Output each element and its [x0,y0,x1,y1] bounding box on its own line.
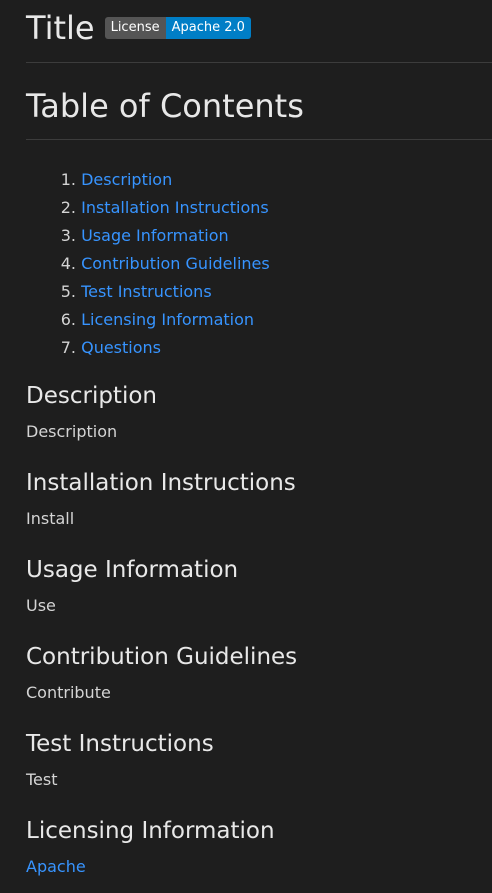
section-licensing: Licensing Information Apache [26,815,492,879]
toc-item-number: 7. [60,338,76,357]
section-heading: Contribution Guidelines [26,644,298,670]
toc-heading-row: Table of Contents [26,63,492,140]
toc-item: 3. Usage Information [61,222,492,250]
toc-link-description[interactable]: Description [81,170,172,189]
page-title: Title [26,9,95,47]
toc-item-number: 4. [60,254,76,273]
toc-item-number: 1. [60,170,76,189]
toc-item: 5. Test Instructions [61,278,492,306]
section-heading: Licensing Information [26,818,275,844]
toc-link-installation[interactable]: Installation Instructions [81,198,269,217]
section-body: Install [26,509,75,528]
section-body: Test [26,770,58,789]
license-link[interactable]: Apache [26,857,86,876]
section-contribution: Contribution Guidelines Contribute [26,641,492,705]
section-description: Description Description [26,380,492,444]
preview-content: Title License Apache 2.0 Table of Conten… [26,0,492,879]
license-badge: License Apache 2.0 [104,17,251,39]
toc-link-tests[interactable]: Test Instructions [81,282,212,301]
markdown-preview: Title License Apache 2.0 Table of Conten… [0,0,492,893]
section-heading: Test Instructions [26,731,214,757]
section-body: Description [26,422,118,441]
toc-link-questions[interactable]: Questions [81,338,161,357]
section-body: Use [26,596,56,615]
title-row: Title License Apache 2.0 [26,0,492,63]
section-installation: Installation Instructions Install [26,467,492,531]
toc-link-licensing[interactable]: Licensing Information [81,310,254,329]
toc-item: 7. Questions [61,334,492,362]
sections: Description Description Installation Ins… [26,380,492,879]
license-badge-label: License [104,17,166,39]
toc-link-contribution[interactable]: Contribution Guidelines [81,254,270,273]
toc-item: 1. Description [61,166,492,194]
toc-item: 2. Installation Instructions [61,194,492,222]
toc-item-number: 3. [60,226,76,245]
toc-item: 6. Licensing Information [61,306,492,334]
toc-item-number: 2. [60,198,76,217]
section-usage: Usage Information Use [26,554,492,618]
toc-heading: Table of Contents [26,87,304,125]
section-heading: Usage Information [26,557,239,583]
toc-item-number: 6. [60,310,76,329]
section-body: Contribute [26,683,111,702]
toc-link-usage[interactable]: Usage Information [81,226,229,245]
toc-list: 1. Description 2. Installation Instructi… [26,166,492,362]
section-tests: Test Instructions Test [26,728,492,792]
section-heading: Description [26,383,157,409]
section-heading: Installation Instructions [26,470,296,496]
license-badge-value: Apache 2.0 [165,17,251,39]
toc-item-number: 5. [60,282,76,301]
toc-item: 4. Contribution Guidelines [61,250,492,278]
